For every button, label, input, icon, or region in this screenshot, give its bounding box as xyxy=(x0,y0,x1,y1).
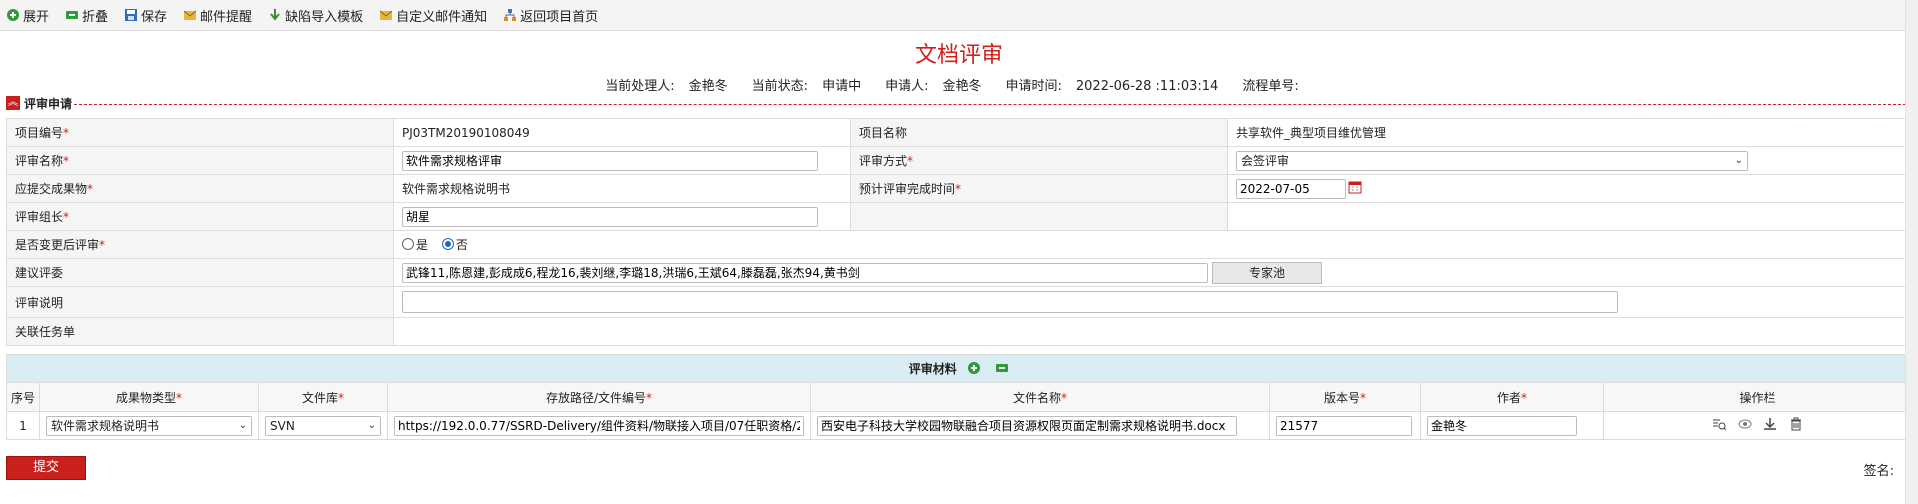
save-label: 保存 xyxy=(141,9,168,25)
calendar-icon[interactable] xyxy=(1348,180,1362,197)
review-mode-label: 评审方式* xyxy=(850,146,1228,175)
review-name-input[interactable] xyxy=(402,150,818,171)
name-input[interactable] xyxy=(817,415,1237,436)
chevron-down-icon: ⌄ xyxy=(367,420,376,431)
desc-input[interactable] xyxy=(402,291,1618,313)
empty-label xyxy=(850,202,1228,231)
status-value: 申请中 xyxy=(822,79,862,94)
back-home-label: 返回项目首页 xyxy=(520,9,599,25)
deliverable-value: 软件需求规格说明书 xyxy=(393,174,851,203)
review-mode-select[interactable]: 会签评审 ⌄ xyxy=(1236,150,1748,171)
applicant-label: 申请人: xyxy=(885,79,929,94)
project-no-value: PJ03TM20190108049 xyxy=(393,118,851,147)
task-cell xyxy=(393,317,1912,346)
collapse-button[interactable]: 折叠 xyxy=(65,6,108,25)
radio-checked-icon xyxy=(441,238,454,251)
page-title: 文档评审 xyxy=(914,43,1003,68)
back-home-button[interactable]: 返回项目首页 xyxy=(503,6,598,25)
applicant-value: 金艳冬 xyxy=(942,79,982,94)
col-no: 序号 xyxy=(6,382,40,412)
col-author: 作者* xyxy=(1420,382,1604,412)
version-input[interactable] xyxy=(1276,415,1412,436)
materials-table: 评审材料 序号 成果物类型* 文件库* 存放路径/文件编号* 文件名称* 版本号… xyxy=(6,354,1912,440)
finish-time-input[interactable] xyxy=(1236,178,1346,199)
search-doc-icon[interactable] xyxy=(1712,417,1727,434)
handler-label: 当前处理人: xyxy=(605,79,675,94)
collapse-up-icon[interactable]: ︽ xyxy=(6,96,20,110)
defect-import-button[interactable]: 缺陷导入模板 xyxy=(268,6,363,25)
save-button[interactable]: 保存 xyxy=(124,6,167,25)
radio-unchecked-icon xyxy=(402,238,414,251)
expert-pool-button[interactable]: 专家池 xyxy=(1212,261,1322,284)
project-no-label: 项目编号* xyxy=(6,118,394,147)
empty-cell xyxy=(1227,202,1912,231)
repo-select[interactable]: SVN ⌄ xyxy=(265,415,381,436)
add-icon[interactable] xyxy=(967,361,981,378)
handler-value: 金艳冬 xyxy=(688,79,728,94)
mail-remind-button[interactable]: 邮件提醒 xyxy=(183,6,252,25)
col-ops: 操作栏 xyxy=(1603,382,1912,412)
eye-icon[interactable] xyxy=(1738,417,1752,434)
col-version: 版本号* xyxy=(1269,382,1421,412)
toolbar: 展开 折叠 保存 邮件提醒 缺陷导入模板 自定义邮件通知 返回项目首页 xyxy=(0,0,1918,31)
after-change-yes[interactable]: 是 xyxy=(402,236,428,253)
type-select[interactable]: 软件需求规格说明书 ⌄ xyxy=(46,415,252,436)
project-name-label: 项目名称 xyxy=(850,118,1228,147)
custom-mail-button[interactable]: 自定义邮件通知 xyxy=(379,6,487,25)
sitemap-icon xyxy=(503,8,517,22)
materials-title: 评审材料 xyxy=(908,361,957,376)
download-arrow-icon xyxy=(268,8,282,22)
table-row: 1 软件需求规格说明书 ⌄ SVN ⌄ xyxy=(6,411,1912,440)
expand-label: 展开 xyxy=(23,9,50,25)
row-no: 1 xyxy=(6,411,40,440)
review-name-label: 评审名称* xyxy=(6,146,394,175)
download-icon[interactable] xyxy=(1763,417,1777,434)
col-repo: 文件库* xyxy=(258,382,388,412)
mail-icon xyxy=(379,8,393,22)
suggest-input[interactable] xyxy=(402,262,1208,283)
expand-button[interactable]: 展开 xyxy=(6,6,49,25)
materials-header: 评审材料 xyxy=(6,354,1912,383)
submit-button[interactable]: 提交 xyxy=(6,456,86,480)
defect-import-label: 缺陷导入模板 xyxy=(285,9,364,25)
col-path: 存放路径/文件编号* xyxy=(387,382,811,412)
task-label: 关联任务单 xyxy=(6,317,394,346)
author-input[interactable] xyxy=(1427,415,1577,436)
section-divider xyxy=(74,103,1906,105)
mail-icon xyxy=(183,8,197,22)
col-name: 文件名称* xyxy=(810,382,1270,412)
chevron-down-icon: ⌄ xyxy=(238,420,247,431)
minus-box-icon xyxy=(65,8,79,22)
signature-label: 签名: xyxy=(1863,464,1894,479)
time-value: 2022-06-28 :11:03:14 xyxy=(1075,79,1219,94)
chevron-down-icon: ⌄ xyxy=(1734,155,1743,166)
suggest-label: 建议评委 xyxy=(6,258,394,287)
custom-mail-label: 自定义邮件通知 xyxy=(396,9,488,25)
desc-label: 评审说明 xyxy=(6,286,394,318)
review-form: 项目编号* PJ03TM20190108049 项目名称 共享软件_典型项目维优… xyxy=(6,118,1912,346)
trash-icon[interactable] xyxy=(1789,417,1803,434)
status-label: 当前状态: xyxy=(751,79,809,94)
col-type: 成果物类型* xyxy=(39,382,259,412)
scrollbar[interactable] xyxy=(1905,0,1918,504)
deliverable-label: 应提交成果物* xyxy=(6,174,394,203)
after-change-label: 是否变更后评审* xyxy=(6,230,394,259)
flow-label: 流程单号: xyxy=(1242,79,1299,94)
section-header: ︽ 评审申请 xyxy=(6,95,1906,111)
finish-time-label: 预计评审完成时间* xyxy=(850,174,1228,203)
leader-input[interactable] xyxy=(402,206,818,227)
section-title: 评审申请 xyxy=(24,96,73,111)
time-label: 申请时间: xyxy=(1005,79,1062,94)
meta-bar: 当前处理人: 金艳冬 当前状态: 申请中 申请人: 金艳冬 申请时间: 2022-06-… xyxy=(0,77,1918,97)
path-input[interactable] xyxy=(394,415,804,436)
project-name-value: 共享软件_典型项目维优管理 xyxy=(1227,118,1912,147)
after-change-no[interactable]: 否 xyxy=(441,236,468,253)
floppy-disk-icon xyxy=(124,8,138,22)
remove-icon[interactable] xyxy=(995,361,1009,378)
leader-label: 评审组长* xyxy=(6,202,394,231)
collapse-label: 折叠 xyxy=(82,9,109,25)
plus-circle-icon xyxy=(6,8,20,22)
mail-remind-label: 邮件提醒 xyxy=(200,9,253,25)
